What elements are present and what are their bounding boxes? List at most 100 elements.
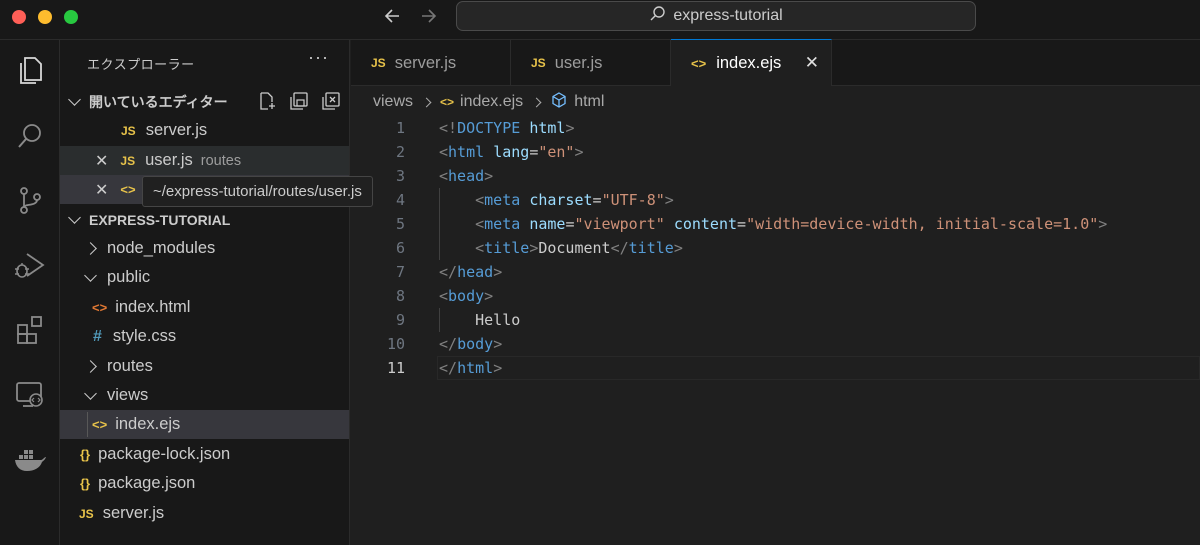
tab-label: user.js xyxy=(554,53,603,72)
css-file-icon: # xyxy=(93,327,102,345)
title-bar: express-tutorial xyxy=(0,0,1200,40)
code-token: Document xyxy=(538,239,611,257)
tree-file[interactable]: # style.css xyxy=(60,322,349,351)
new-file-icon[interactable] xyxy=(257,91,277,114)
js-file-icon: JS xyxy=(121,123,136,138)
code-token: lang xyxy=(493,143,530,161)
tree-folder[interactable]: routes xyxy=(60,352,349,381)
code-line[interactable]: 7 </head> xyxy=(351,260,1200,284)
line-number: 11 xyxy=(386,359,405,377)
code-text: </head> xyxy=(439,260,502,284)
tab-close-icon[interactable]: ✕ xyxy=(805,53,819,73)
chevron-right-icon xyxy=(531,97,542,107)
tree-folder[interactable]: public xyxy=(60,263,349,292)
open-editors-section[interactable]: 開いているエディター xyxy=(60,87,349,116)
chevron-right-icon xyxy=(84,242,97,255)
line-number: 6 xyxy=(395,239,405,257)
code-token: name xyxy=(529,215,566,233)
tree-folder[interactable]: node_modules xyxy=(60,234,349,263)
ejs-file-icon: <> xyxy=(92,417,108,432)
code-token: head xyxy=(448,167,485,185)
close-icon[interactable]: ✕ xyxy=(95,180,108,200)
code-line[interactable]: 1 <!DOCTYPE html> xyxy=(351,116,1200,140)
back-arrow-icon[interactable] xyxy=(383,6,403,32)
code-token: > xyxy=(484,167,494,185)
explorer-icon[interactable] xyxy=(10,50,50,90)
code-token: </ xyxy=(439,263,458,281)
close-icon[interactable]: ✕ xyxy=(95,151,108,171)
extensions-icon[interactable] xyxy=(10,310,50,350)
open-editor-label: server.js xyxy=(145,121,208,139)
source-control-icon[interactable] xyxy=(10,180,50,220)
window-close-button[interactable] xyxy=(12,10,26,24)
open-editor-item[interactable]: ✕ JS user.js routes xyxy=(60,146,349,175)
ejs-file-icon: <> xyxy=(691,55,707,71)
breadcrumb: views <> index.ejs html xyxy=(373,90,604,114)
tree-label: routes xyxy=(107,357,153,375)
more-actions-icon[interactable]: ··· xyxy=(308,47,329,68)
ejs-file-icon: <> xyxy=(440,95,455,109)
remote-explorer-icon[interactable] xyxy=(10,374,50,414)
code-line[interactable]: 2 <html lang="en"> xyxy=(351,140,1200,164)
code-text: <!DOCTYPE html> xyxy=(439,116,574,140)
activity-bar xyxy=(0,40,60,545)
breadcrumb-item[interactable]: html xyxy=(574,93,604,111)
tree-folder[interactable]: views xyxy=(60,381,349,410)
forward-arrow-icon[interactable] xyxy=(418,6,438,32)
breadcrumb-item[interactable]: views xyxy=(373,93,413,111)
window-zoom-button[interactable] xyxy=(64,10,78,24)
code-token: > xyxy=(529,239,539,257)
code-token: < xyxy=(475,239,485,257)
code-token: = xyxy=(737,215,747,233)
code-line[interactable]: 4 <meta charset="UTF-8"> xyxy=(351,188,1200,212)
tree-file[interactable]: {} package.json xyxy=(60,469,349,498)
code-token: content xyxy=(673,215,738,233)
open-editor-item[interactable]: JS server.js xyxy=(60,116,349,145)
project-section[interactable]: EXPRESS-TUTORIAL xyxy=(60,205,349,234)
code-token: "en" xyxy=(538,143,575,161)
js-file-icon: JS xyxy=(120,153,136,168)
tab-index-ejs[interactable]: <> index.ejs ✕ xyxy=(671,39,832,86)
cube-icon xyxy=(550,91,568,114)
window-minimize-button[interactable] xyxy=(38,10,52,24)
current-line-highlight xyxy=(437,356,1200,380)
chevron-right-icon xyxy=(84,360,97,373)
tab-user-js[interactable]: JS user.js xyxy=(511,40,671,86)
file-path-tooltip: ~/express-tutorial/routes/user.js xyxy=(142,176,373,207)
code-token: body xyxy=(448,287,485,305)
code-editor[interactable]: 1 <!DOCTYPE html> 2 <html lang="en"> 3 <head>… xyxy=(351,116,1200,545)
docker-icon[interactable] xyxy=(10,440,50,480)
js-file-icon: JS xyxy=(531,56,546,70)
code-line[interactable]: 5 <meta name="viewport" content="width=d… xyxy=(351,212,1200,236)
close-all-icon[interactable] xyxy=(321,91,341,114)
code-text: <body> xyxy=(439,284,493,308)
code-token: body xyxy=(457,335,494,353)
code-line[interactable]: 3 <head> xyxy=(351,164,1200,188)
breadcrumb-item[interactable]: index.ejs xyxy=(460,93,523,111)
save-all-icon[interactable] xyxy=(289,91,309,114)
js-file-icon: JS xyxy=(371,56,386,70)
open-editor-description: routes xyxy=(200,152,242,169)
code-token: < xyxy=(475,191,485,209)
code-token: </ xyxy=(610,239,629,257)
run-debug-icon[interactable] xyxy=(10,245,50,285)
code-token: title xyxy=(484,239,530,257)
tab-server-js[interactable]: JS server.js xyxy=(351,40,511,86)
code-token: < xyxy=(475,215,485,233)
code-line[interactable]: 11 </html> xyxy=(351,356,1200,380)
tree-file[interactable]: <> index.ejs xyxy=(60,410,349,439)
tree-file[interactable]: <> index.html xyxy=(60,293,349,322)
code-line[interactable]: 8 <body> xyxy=(351,284,1200,308)
code-line[interactable]: 9 Hello xyxy=(351,308,1200,332)
tree-file[interactable]: JS server.js xyxy=(60,499,349,528)
tree-file[interactable]: {} package-lock.json xyxy=(60,440,349,469)
search-icon[interactable] xyxy=(10,116,50,156)
command-center-search[interactable]: express-tutorial xyxy=(456,1,976,31)
tree-label: style.css xyxy=(112,327,177,345)
code-line[interactable]: 10 </body> xyxy=(351,332,1200,356)
code-line[interactable]: 6 <title>Document</title> xyxy=(351,236,1200,260)
command-center-label: express-tutorial xyxy=(673,7,783,24)
